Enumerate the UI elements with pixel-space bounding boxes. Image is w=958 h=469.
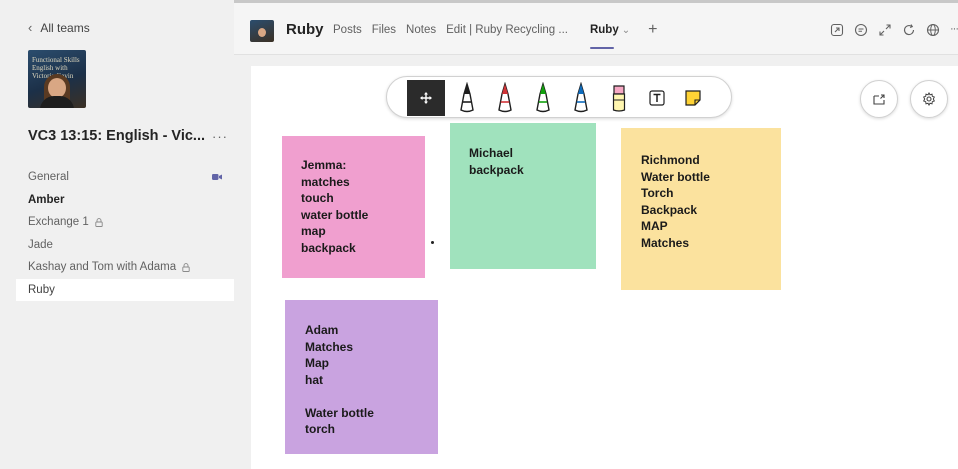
refresh-icon[interactable] <box>902 23 916 37</box>
tab-edit-ruby-recycling[interactable]: Edit | Ruby Recycling ... <box>446 24 568 36</box>
whiteboard-toolbar <box>386 76 732 118</box>
blue-pen-icon <box>574 82 588 113</box>
add-tab-icon[interactable]: + <box>648 22 657 38</box>
settings-button[interactable] <box>910 80 948 118</box>
sticky-note-michael[interactable]: Michael backpack <box>450 123 596 269</box>
team-avatar[interactable]: Functional Skills English with Victoria … <box>28 50 86 108</box>
whiteboard-canvas[interactable]: Jemma: matches touch water bottle map ba… <box>251 66 958 469</box>
teams-window: ‹ All teams Functional Skills English wi… <box>0 0 958 469</box>
move-tool-button[interactable] <box>407 80 445 116</box>
channel-label: Jade <box>28 238 53 251</box>
channel-title: Ruby <box>286 21 324 38</box>
team-name-label: VC3 13:15: English - Vic... <box>28 128 206 144</box>
channel-label: Kashay and Tom with Adama <box>28 261 177 274</box>
channel-header: Ruby Posts Files Notes Edit | Ruby Recyc… <box>234 3 958 55</box>
gear-icon <box>922 92 936 106</box>
black-pen-icon <box>460 82 474 113</box>
channel-item-general[interactable]: General <box>16 166 234 189</box>
sticky-note-richmond[interactable]: Richmond Water bottle Torch Backpack MAP… <box>621 128 781 290</box>
chat-icon[interactable] <box>854 23 868 37</box>
globe-icon[interactable] <box>926 23 940 37</box>
popout-icon[interactable] <box>830 23 844 37</box>
expand-icon[interactable] <box>878 23 892 37</box>
text-tool-button[interactable] <box>639 80 675 116</box>
green-pen-button[interactable] <box>525 80 561 116</box>
channel-item-exchange-1[interactable]: Exchange 1 <box>16 211 234 234</box>
channel-item-ruby[interactable]: Ruby <box>16 278 234 301</box>
text-tool-icon <box>649 90 665 106</box>
red-pen-button[interactable] <box>487 80 523 116</box>
meeting-in-progress-icon <box>212 172 222 184</box>
channel-sidebar: ‹ All teams Functional Skills English wi… <box>16 0 234 469</box>
tab-posts[interactable]: Posts <box>333 24 362 36</box>
channel-label: Amber <box>28 193 65 206</box>
chevron-left-icon: ‹ <box>28 20 33 35</box>
channel-label: General <box>28 171 69 184</box>
tab-ruby-whiteboard[interactable]: Ruby ⌄ <box>589 24 630 49</box>
tab-notes[interactable]: Notes <box>406 24 436 36</box>
channel-item-jade[interactable]: Jade <box>16 234 234 257</box>
tab-files[interactable]: Files <box>372 24 396 36</box>
sticky-note-icon <box>685 90 701 106</box>
channel-team-icon <box>250 20 274 42</box>
chevron-down-icon[interactable]: ⌄ <box>622 25 630 36</box>
highlighter-icon <box>612 85 626 112</box>
red-pen-icon <box>498 82 512 113</box>
team-name: VC3 13:15: English - Vic... ··· <box>28 128 228 144</box>
channel-tabs: Posts Files Notes Edit | Ruby Recycling … <box>333 22 657 49</box>
blue-pen-button[interactable] <box>563 80 599 116</box>
green-pen-icon <box>536 82 550 113</box>
channel-label: Exchange 1 <box>28 216 89 229</box>
sticky-note-adam[interactable]: Adam Matches Map hat Water bottle torch <box>285 300 438 454</box>
tab-ruby-label: Ruby <box>589 24 619 36</box>
channel-label: Ruby <box>28 283 55 296</box>
all-teams-label: All teams <box>40 20 90 35</box>
header-actions: ··· <box>830 23 958 37</box>
ink-dot <box>431 241 434 244</box>
channel-item-amber[interactable]: Amber <box>16 189 234 212</box>
move-tool-icon <box>420 92 432 104</box>
private-channel-icon <box>182 262 190 272</box>
highlighter-button[interactable] <box>601 80 637 116</box>
avatar-face <box>48 78 66 98</box>
team-more-options-icon[interactable]: ··· <box>212 129 228 144</box>
all-teams-link[interactable]: ‹ All teams <box>28 20 90 35</box>
channel-list: General Amber Exchange 1 Jade Kashay and… <box>16 166 234 301</box>
channel-item-kashay-and-tom[interactable]: Kashay and Tom with Adama <box>16 256 234 279</box>
sticky-note-jemma[interactable]: Jemma: matches touch water bottle map ba… <box>282 136 425 278</box>
private-channel-icon <box>95 217 103 227</box>
sticky-note-button[interactable] <box>675 80 711 116</box>
black-pen-button[interactable] <box>449 80 485 116</box>
share-board-button[interactable] <box>860 80 898 118</box>
more-icon[interactable]: ··· <box>950 23 958 37</box>
share-icon <box>873 94 885 105</box>
